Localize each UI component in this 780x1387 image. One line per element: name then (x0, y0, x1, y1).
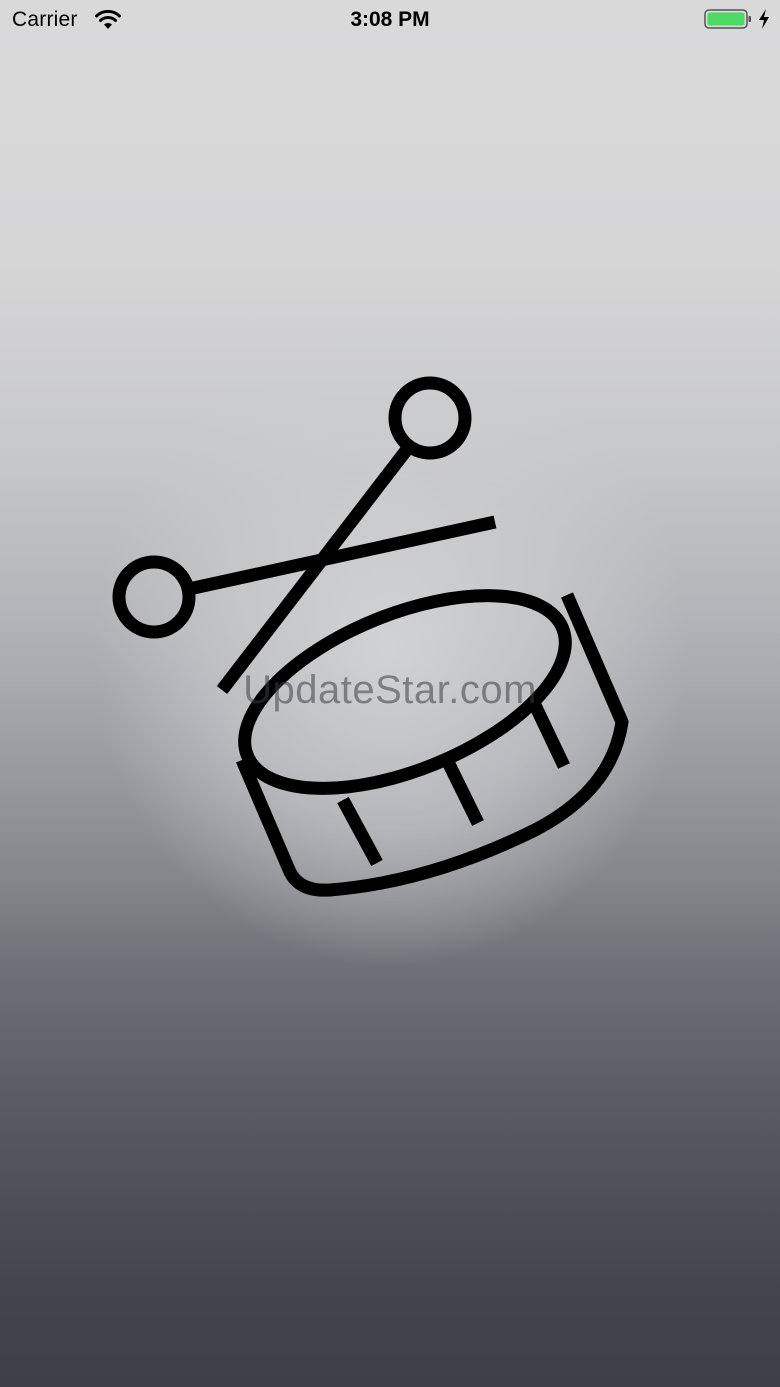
stick-head-left (112, 555, 196, 639)
watermark-text: UpdateStar.com (243, 668, 537, 712)
drum-stripe (337, 796, 383, 867)
stick-head-right (388, 376, 472, 460)
drum-stripe (441, 757, 484, 826)
